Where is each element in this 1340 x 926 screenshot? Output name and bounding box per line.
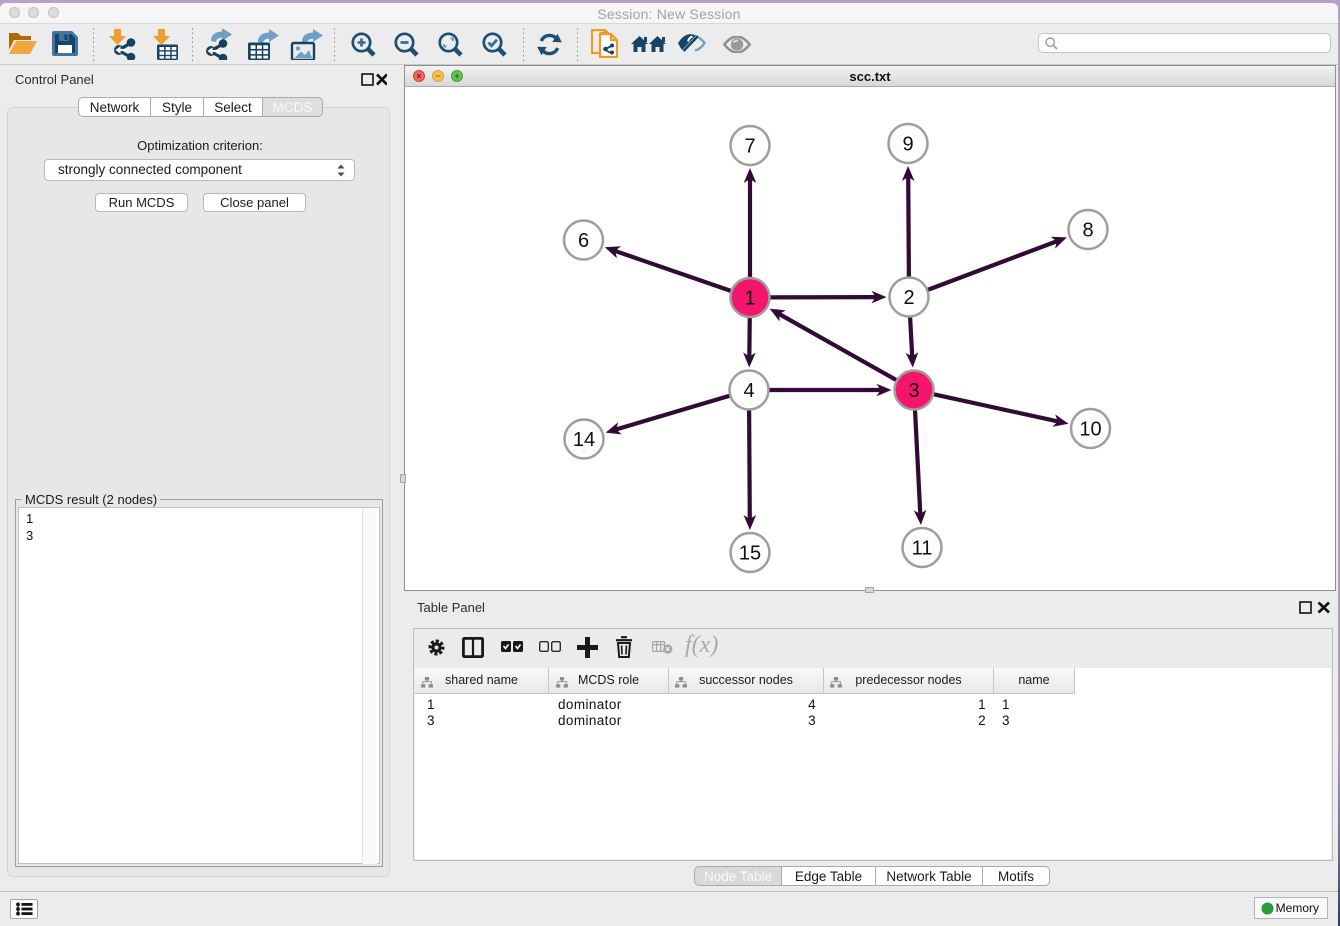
svg-text:8: 8 bbox=[1082, 220, 1093, 242]
svg-text:6: 6 bbox=[578, 230, 589, 252]
svg-text:2: 2 bbox=[903, 287, 914, 309]
svg-text:10: 10 bbox=[1079, 419, 1101, 441]
svg-text:3: 3 bbox=[908, 380, 919, 402]
svg-text:4: 4 bbox=[743, 380, 754, 402]
svg-text:9: 9 bbox=[902, 134, 913, 156]
svg-text:15: 15 bbox=[739, 543, 761, 565]
svg-text:7: 7 bbox=[744, 136, 755, 158]
svg-text:1: 1 bbox=[744, 288, 755, 310]
svg-text:14: 14 bbox=[573, 429, 595, 451]
svg-text:11: 11 bbox=[912, 538, 933, 560]
